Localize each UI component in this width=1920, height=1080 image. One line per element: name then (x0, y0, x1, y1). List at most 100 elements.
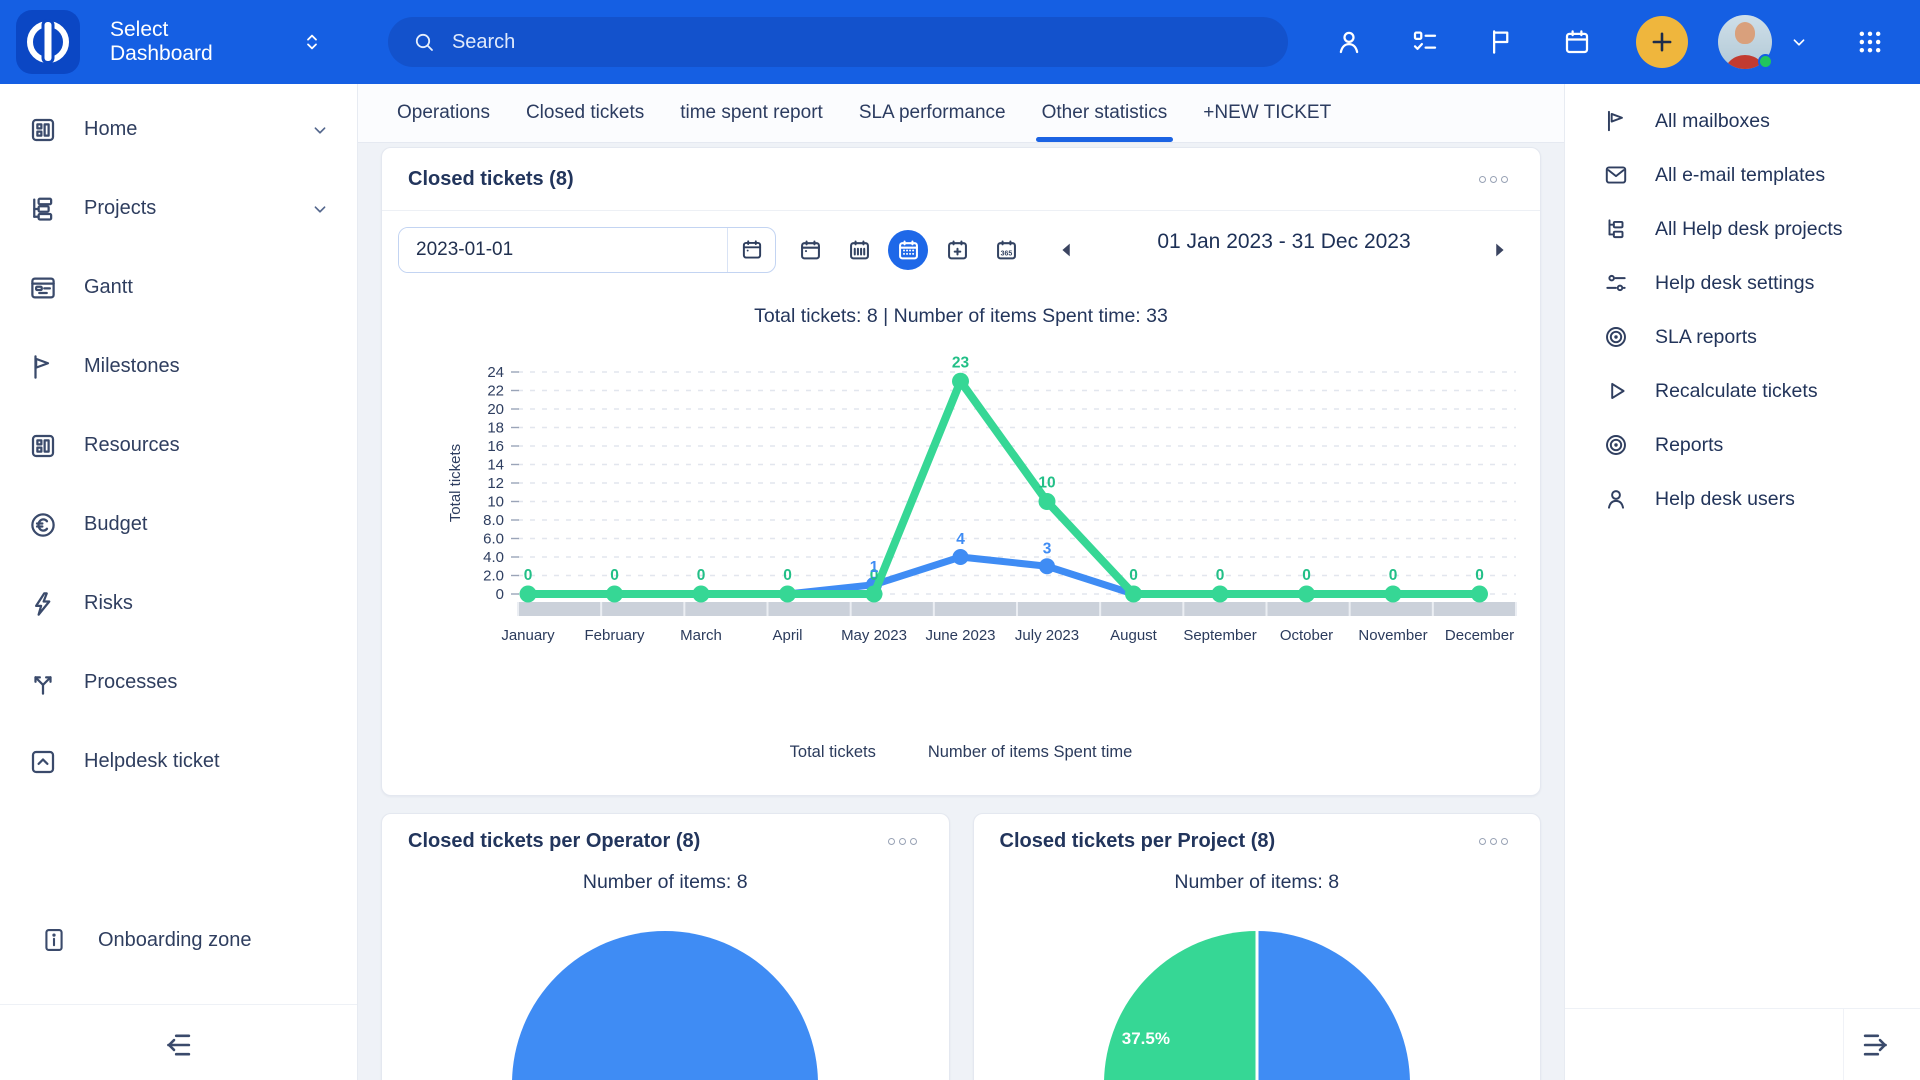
processes-icon (28, 668, 58, 698)
legend-item-number-of-items-spent-time[interactable]: Number of items Spent time (928, 743, 1133, 762)
view-button-cal-year[interactable]: 365 (986, 230, 1026, 270)
svg-text:0: 0 (524, 567, 533, 584)
main-content: Operations Closed tickets time spent repor… (358, 84, 1564, 1080)
sidebar-item-onboarding-zone[interactable]: Onboarding zone (0, 916, 357, 964)
sidebar-item-processes[interactable]: Processes (0, 643, 357, 722)
profile-menu[interactable] (1718, 15, 1810, 69)
view-button-cal-add[interactable] (937, 230, 977, 270)
dashboard-selector[interactable]: Select Dashboard (110, 18, 324, 66)
tab-time-spent-report[interactable]: time spent report (680, 84, 823, 142)
hierarchy-icon (1603, 216, 1629, 242)
collapse-left-sidebar-button[interactable] (156, 1027, 202, 1066)
quick-add-button[interactable] (1636, 16, 1688, 68)
panel-title: Closed tickets per Operator (8) (408, 830, 700, 853)
helpdesk-menu-item-help-desk-users[interactable]: Help desk users (1565, 472, 1920, 526)
gantt-icon (28, 273, 58, 303)
helpdesk-menu-item-reports[interactable]: Reports (1565, 418, 1920, 472)
sidebar-item-helpdesk-ticket[interactable]: Helpdesk ticket (0, 722, 357, 801)
sidebar-item-label: Processes (84, 671, 177, 694)
svg-text:20: 20 (487, 401, 504, 418)
view-button-cal-month[interactable] (888, 230, 928, 270)
helpdesk-menu-item-sla-reports[interactable]: SLA reports (1565, 310, 1920, 364)
tab-new-ticket[interactable]: +NEW TICKET (1203, 84, 1331, 142)
home-icon (28, 115, 58, 145)
tab-closed-tickets[interactable]: Closed tickets (526, 84, 644, 142)
projects-icon (28, 194, 58, 224)
panel-menu-button[interactable] (882, 832, 923, 851)
search-bar[interactable] (388, 17, 1288, 67)
date-picker-button[interactable] (727, 228, 775, 272)
svg-text:4: 4 (956, 531, 965, 548)
helpdesk-sidebar-vline (1843, 1009, 1844, 1080)
sidebar-item-budget[interactable]: Budget (0, 485, 357, 564)
next-period-button[interactable] (1484, 235, 1514, 268)
helpdesk-sidebar-divider (1565, 1008, 1920, 1009)
helpdesk-menu-item-all-help-desk-projects[interactable]: All Help desk projects (1565, 202, 1920, 256)
closed-tickets-panel: Closed tickets (8) 365 01 Jan 2023 - 31 … (381, 147, 1541, 796)
svg-text:May 2023: May 2023 (841, 627, 907, 644)
app-root: Select Dashboard HomeProjectsGanttMilest… (0, 0, 1920, 1080)
milestones-button[interactable] (1486, 27, 1516, 57)
sidebar-item-resources[interactable]: Resources (0, 406, 357, 485)
cal-week-icon (846, 237, 873, 264)
legend-item-total-tickets[interactable]: Total tickets (790, 743, 876, 762)
collapse-left-icon (162, 1028, 196, 1062)
sidebar-item-gantt[interactable]: Gantt (0, 248, 357, 327)
app-logo-mark (27, 21, 69, 63)
menu-item-label: Recalculate tickets (1655, 380, 1818, 403)
svg-text:June 2023: June 2023 (925, 627, 995, 644)
search-input[interactable] (450, 30, 1264, 55)
sliders-icon (1603, 270, 1629, 296)
tab-sla-performance[interactable]: SLA performance (859, 84, 1006, 142)
tab-other-statistics[interactable]: Other statistics (1042, 84, 1168, 142)
sidebar-item-milestones[interactable]: Milestones (0, 327, 357, 406)
helpdesk-menu-item-all-mailboxes[interactable]: All mailboxes (1565, 94, 1920, 148)
svg-text:10: 10 (487, 494, 504, 511)
target-icon (1603, 432, 1629, 458)
person-icon (1334, 27, 1364, 57)
panel-menu-button[interactable] (1473, 170, 1514, 189)
sidebar-item-home[interactable]: Home (0, 90, 357, 169)
sidebar-item-projects[interactable]: Projects (0, 169, 357, 248)
helpdesk-menu-item-all-e-mail-templates[interactable]: All e-mail templates (1565, 148, 1920, 202)
svg-text:0: 0 (1216, 567, 1225, 584)
svg-text:16: 16 (487, 438, 504, 455)
panel-menu-button[interactable] (1473, 832, 1514, 851)
svg-text:14: 14 (487, 457, 504, 474)
apps-grid-button[interactable] (1856, 28, 1884, 56)
operator-pie-chart[interactable] (512, 931, 818, 1080)
tab-operations[interactable]: Operations (397, 84, 490, 142)
calendar-button[interactable] (1562, 27, 1592, 57)
closed-tickets-per-project-panel: Closed tickets per Project (8) Number of… (973, 813, 1542, 1080)
user-icon (1603, 486, 1629, 512)
calendar-view-switcher: 365 (790, 227, 1026, 273)
svg-text:8.0: 8.0 (483, 512, 504, 529)
chevron-down-icon (1788, 31, 1810, 53)
app-logo[interactable] (16, 10, 80, 74)
previous-period-button[interactable] (1052, 235, 1082, 268)
chevron-down-icon (309, 198, 331, 220)
date-input[interactable] (399, 228, 727, 272)
app-body: HomeProjectsGanttMilestonesResourcesBudg… (0, 84, 1920, 1080)
sidebar-item-label: Helpdesk ticket (84, 750, 220, 773)
menu-item-label: SLA reports (1655, 326, 1757, 349)
tasks-button[interactable] (1410, 27, 1440, 57)
search-icon (412, 30, 436, 54)
helpdesk-menu-item-recalculate-tickets[interactable]: Recalculate tickets (1565, 364, 1920, 418)
onboarding-zone-label: Onboarding zone (98, 929, 251, 952)
svg-text:2.0: 2.0 (483, 568, 504, 585)
svg-text:0: 0 (1475, 567, 1484, 584)
project-pie-chart[interactable]: 37.5% (1104, 931, 1410, 1080)
svg-text:August: August (1110, 627, 1158, 644)
view-button-cal-week[interactable] (839, 230, 879, 270)
helpdesk-menu-item-help-desk-settings[interactable]: Help desk settings (1565, 256, 1920, 310)
users-button[interactable] (1334, 27, 1364, 57)
svg-text:January: January (501, 627, 555, 644)
view-button-cal-day[interactable] (790, 230, 830, 270)
helpdesk-menu: All mailboxesAll e-mail templatesAll Hel… (1565, 94, 1920, 526)
sidebar-item-risks[interactable]: Risks (0, 564, 357, 643)
collapse-right-sidebar-button[interactable] (1852, 1027, 1898, 1066)
svg-text:0: 0 (783, 567, 792, 584)
svg-text:September: September (1183, 627, 1256, 644)
dashboard-switch-icon (300, 30, 324, 54)
